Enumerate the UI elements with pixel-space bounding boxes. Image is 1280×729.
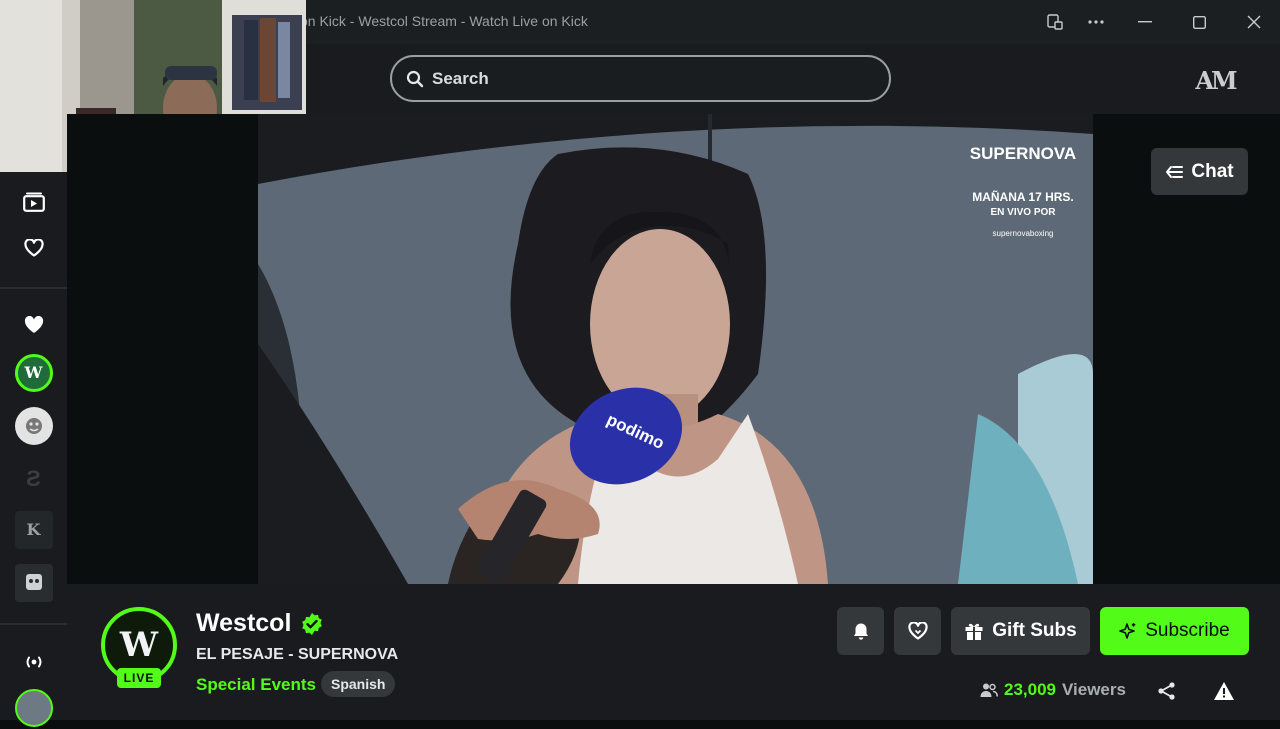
subscribe-label: Subscribe: [1145, 620, 1230, 641]
category-link[interactable]: Special Events: [196, 675, 316, 695]
avatar: Ƨ: [26, 465, 41, 491]
sidebar-item-following[interactable]: [12, 303, 55, 346]
apps-icon[interactable]: [1035, 8, 1075, 36]
window-title: on Kick - Westcol Stream - Watch Live on…: [300, 13, 588, 29]
overlay-handle: supernovaboxing: [993, 229, 1054, 238]
avatar: W: [14, 353, 53, 392]
report-warning-icon[interactable]: [1213, 681, 1237, 703]
sidebar-channel-2[interactable]: [12, 404, 55, 447]
bell-icon: [853, 623, 868, 640]
gift-icon: [965, 623, 983, 640]
stream-title: EL PESAJE - SUPERNOVA: [196, 646, 399, 663]
verified-badge-icon: [300, 612, 324, 636]
video-frame[interactable]: podimo SUPERNOVA MAÑANA 17 HRS. EN VIVO …: [258, 114, 1093, 584]
live-broadcast-icon: [26, 656, 41, 667]
live-badge: LIVE: [117, 668, 161, 688]
avatar-letter: K: [26, 520, 41, 539]
viewers-icon: [980, 683, 998, 697]
viewer-stats: 23,009 Viewers: [980, 680, 1126, 700]
sidebar-channel-5[interactable]: [12, 561, 55, 604]
sparkle-icon: [1119, 623, 1136, 639]
channel-name[interactable]: Westcol: [196, 609, 291, 638]
gift-subs-button[interactable]: Gift Subs: [951, 607, 1090, 655]
overlay-brand: SUPERNOVA: [970, 144, 1076, 163]
minimize-icon[interactable]: [1125, 8, 1165, 36]
avatar-letter: W: [24, 363, 43, 382]
sidebar-channel-3[interactable]: Ƨ: [12, 457, 55, 500]
search-icon: [406, 70, 424, 87]
follow-button[interactable]: [894, 607, 941, 655]
sidebar-channel-4[interactable]: K: [12, 508, 55, 551]
overlay-line1: MAÑANA 17 HRS.: [972, 189, 1074, 204]
sidebar-item-live[interactable]: [12, 640, 55, 683]
sidebar-divider: [0, 623, 67, 625]
avatar: K: [14, 510, 53, 549]
gift-subs-label: Gift Subs: [992, 620, 1077, 641]
sidebar-channel-westcol[interactable]: W: [12, 351, 55, 394]
overlay-line2: EN VIVO POR: [990, 207, 1056, 218]
share-icon[interactable]: [1157, 681, 1179, 703]
notification-button[interactable]: [837, 607, 884, 655]
chat-toggle-button[interactable]: Chat: [1151, 148, 1248, 195]
viewer-label: Viewers: [1062, 680, 1126, 699]
sidebar-channel-6[interactable]: [12, 686, 55, 729]
language-tag[interactable]: Spanish: [321, 671, 396, 697]
heart-outline-icon: [23, 238, 44, 257]
more-icon[interactable]: [1076, 8, 1116, 36]
collapse-left-icon: [1166, 165, 1184, 178]
subscribe-button[interactable]: Subscribe: [1100, 607, 1249, 655]
sidebar-divider: [0, 287, 67, 289]
search-placeholder: Search: [432, 68, 489, 88]
video-library-icon: [22, 192, 45, 212]
user-avatar[interactable]: AM: [1195, 60, 1237, 100]
heart-outline-icon: [907, 622, 928, 640]
avatar: [14, 688, 53, 727]
maximize-icon[interactable]: [1179, 8, 1219, 36]
chat-button-label: Chat: [1191, 160, 1234, 182]
heart-filled-icon: [24, 315, 43, 333]
sidebar-item-favorites[interactable]: [12, 226, 55, 269]
avatar: [14, 406, 53, 445]
channel-avatar-letter: W: [119, 625, 159, 665]
sidebar-item-videos[interactable]: [12, 180, 55, 223]
search-input[interactable]: Search: [390, 55, 891, 102]
viewer-count: 23,009: [1004, 680, 1056, 699]
avatar: [14, 563, 53, 602]
close-icon[interactable]: [1234, 8, 1274, 36]
